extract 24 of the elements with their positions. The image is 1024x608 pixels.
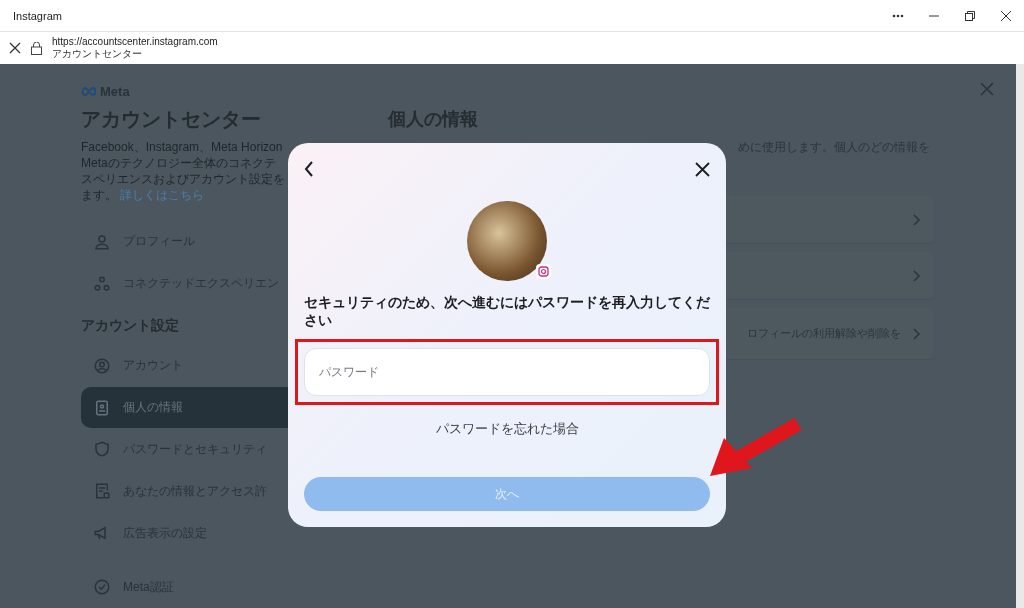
password-field[interactable]: パスワード (304, 348, 710, 396)
page-title: アカウントセンター (52, 48, 143, 60)
person-icon (93, 232, 111, 251)
scrollbar[interactable] (1016, 64, 1024, 608)
user-circle-icon (93, 356, 111, 375)
infinity-logo-icon (81, 87, 97, 97)
url-text: https://accountscenter.instagram.com (52, 36, 218, 48)
learn-more-link[interactable]: 詳しくはこちら (120, 187, 205, 202)
back-icon[interactable] (304, 161, 314, 177)
window-title: Instagram (13, 9, 63, 22)
lock-icon (31, 41, 42, 55)
chevron-right-icon (913, 269, 921, 282)
camera-logo-icon (536, 264, 551, 279)
chevron-right-icon (913, 213, 921, 226)
verified-badge-icon (93, 578, 111, 597)
document-lock-icon (93, 482, 111, 501)
nodes-icon (93, 274, 111, 293)
chevron-right-icon (913, 327, 921, 340)
close-icon[interactable] (9, 42, 21, 54)
id-card-icon (93, 398, 111, 417)
forgot-password-link[interactable]: パスワードを忘れた場合 (435, 420, 579, 438)
prompt-text: セキュリティのため、次へ進むにはパスワードを再入力してください (304, 293, 710, 329)
close-icon[interactable] (695, 161, 710, 177)
shield-icon (93, 440, 111, 459)
